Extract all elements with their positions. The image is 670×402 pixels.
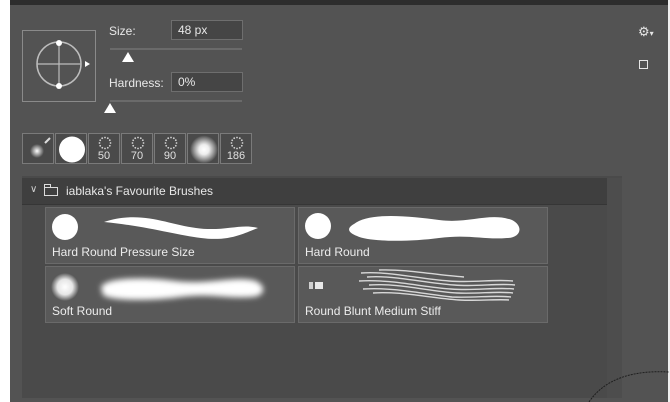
- brush-tip-size-label: 70: [130, 150, 144, 162]
- brush-group-header[interactable]: ∨ iablaka's Favourite Brushes: [22, 178, 607, 205]
- brush-cursor-outline: [588, 371, 670, 402]
- recent-brush-tips: 50 70 90 186: [22, 133, 253, 165]
- brush-tip-hard-large[interactable]: [55, 133, 87, 164]
- crosshair-circle-icon: [36, 40, 90, 89]
- brush-stroke-preview: [52, 214, 258, 240]
- brush-preset-round-blunt-medium-stiff[interactable]: Round Blunt Medium Stiff: [298, 266, 548, 323]
- brush-group-title: iablaka's Favourite Brushes: [66, 184, 214, 198]
- brush-tip-size-label: 186: [226, 150, 246, 162]
- brush-name: Hard Round: [305, 245, 370, 259]
- presets-scrollbar[interactable]: [607, 178, 622, 398]
- brush-tip-scatter[interactable]: 70: [121, 133, 153, 164]
- size-input[interactable]: 48 px: [171, 20, 243, 40]
- brush-tip-size-label: 90: [163, 150, 177, 162]
- gear-icon[interactable]: ⚙▾: [638, 24, 654, 40]
- panel-top-edge: [0, 0, 670, 5]
- brush-tip-soft-large[interactable]: [187, 133, 219, 164]
- brush-angle-roundness-preview[interactable]: [22, 30, 96, 102]
- brush-preset-hard-round-pressure-size[interactable]: Hard Round Pressure Size: [45, 207, 295, 264]
- brush-name: Soft Round: [52, 304, 113, 318]
- brush-tip-scatter[interactable]: 90: [154, 133, 186, 164]
- brush-stroke-preview: [309, 269, 516, 301]
- size-slider-track[interactable]: [110, 48, 242, 50]
- size-label: Size:: [109, 24, 136, 38]
- brush-name: Round Blunt Medium Stiff: [305, 304, 441, 318]
- hardness-slider-track[interactable]: [110, 100, 242, 102]
- hardness-input[interactable]: 0%: [171, 72, 243, 92]
- brush-name: Hard Round Pressure Size: [52, 245, 195, 259]
- chevron-down-icon[interactable]: ∨: [30, 184, 37, 195]
- folder-icon: [44, 184, 58, 196]
- new-preset-icon[interactable]: [639, 60, 648, 69]
- brush-preset-hard-round[interactable]: Hard Round: [298, 207, 548, 264]
- hardness-label: Hardness:: [109, 76, 164, 90]
- panel-left-edge: [0, 0, 10, 402]
- brush-tip-soft-small[interactable]: [22, 133, 54, 164]
- brush-stroke-preview: [51, 273, 264, 301]
- brush-tip-size-label: 50: [97, 150, 111, 162]
- brush-preset-soft-round[interactable]: Soft Round: [45, 266, 295, 323]
- brush-tip-scatter[interactable]: 50: [88, 133, 120, 164]
- brush-stroke-preview: [305, 213, 520, 241]
- brush-tip-scatter[interactable]: 186: [220, 133, 252, 164]
